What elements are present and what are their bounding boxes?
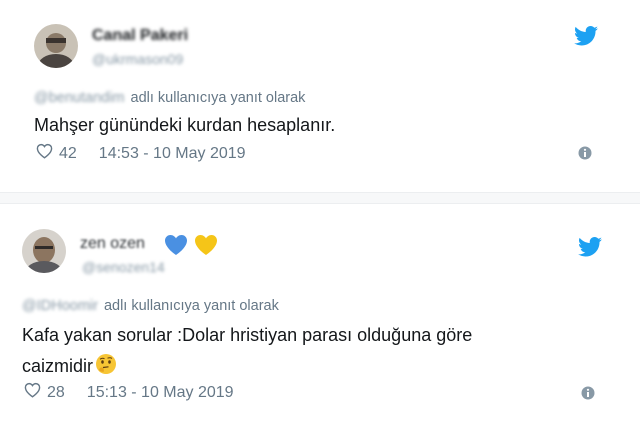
like-count: 28 (47, 383, 65, 401)
like-count: 42 (59, 144, 77, 162)
timestamp[interactable]: 14:53 - 10 May 2019 (99, 145, 246, 163)
twitter-bird-icon[interactable] (574, 26, 598, 51)
timestamp[interactable]: 15:13 - 10 May 2019 (87, 384, 234, 402)
tweet-meta: 42 14:53 - 10 May 2019 (36, 143, 246, 164)
tweet-divider (0, 192, 640, 204)
display-name[interactable]: zen ozen (80, 235, 145, 253)
thinking-face-emoji (95, 353, 117, 385)
heart-icon[interactable] (36, 143, 53, 164)
avatar[interactable] (22, 229, 66, 273)
tweet-text: Mahşer günündeki kurdan hesaplanır. (34, 115, 336, 135)
display-name[interactable]: Canal Pakeri (92, 27, 188, 45)
avatar[interactable] (34, 24, 78, 68)
reply-context: @benutandim adlı kullanıcıya yanıt olarak (34, 90, 305, 106)
info-icon[interactable] (581, 386, 595, 405)
info-icon[interactable] (578, 146, 592, 165)
reply-to-user-link[interactable]: @benutandim (34, 90, 125, 106)
yellow-heart-icon (194, 234, 218, 261)
tweet-meta: 28 15:13 - 10 May 2019 (24, 382, 234, 403)
heart-icon[interactable] (24, 382, 41, 403)
tweet-text-line: caizmidir (22, 356, 94, 376)
tweet-text: Kafa yakan sorular :Dolar hristiyan para… (22, 320, 582, 385)
user-handle[interactable]: @ukrmason09 (92, 51, 183, 67)
tweet-card[interactable]: Canal Pakeri @ukrmason09 @benutandim adlı… (0, 0, 640, 192)
twitter-bird-icon[interactable] (578, 237, 602, 262)
user-handle[interactable]: @senozen14 (82, 259, 165, 275)
tweet-card[interactable]: zen ozen @senozen14 @IDHoomir adlı kullan… (0, 204, 640, 421)
blue-heart-icon (164, 234, 188, 261)
reply-context-label: adlı kullanıcıya yanıt olarak (103, 298, 279, 314)
tweet-text-line: Kafa yakan sorular :Dolar hristiyan para… (22, 325, 473, 345)
reply-context-label: adlı kullanıcıya yanıt olarak (130, 90, 306, 106)
reply-to-user-link[interactable]: @IDHoomir (22, 298, 98, 314)
reply-context: @IDHoomir adlı kullanıcıya yanıt olarak (22, 298, 279, 314)
